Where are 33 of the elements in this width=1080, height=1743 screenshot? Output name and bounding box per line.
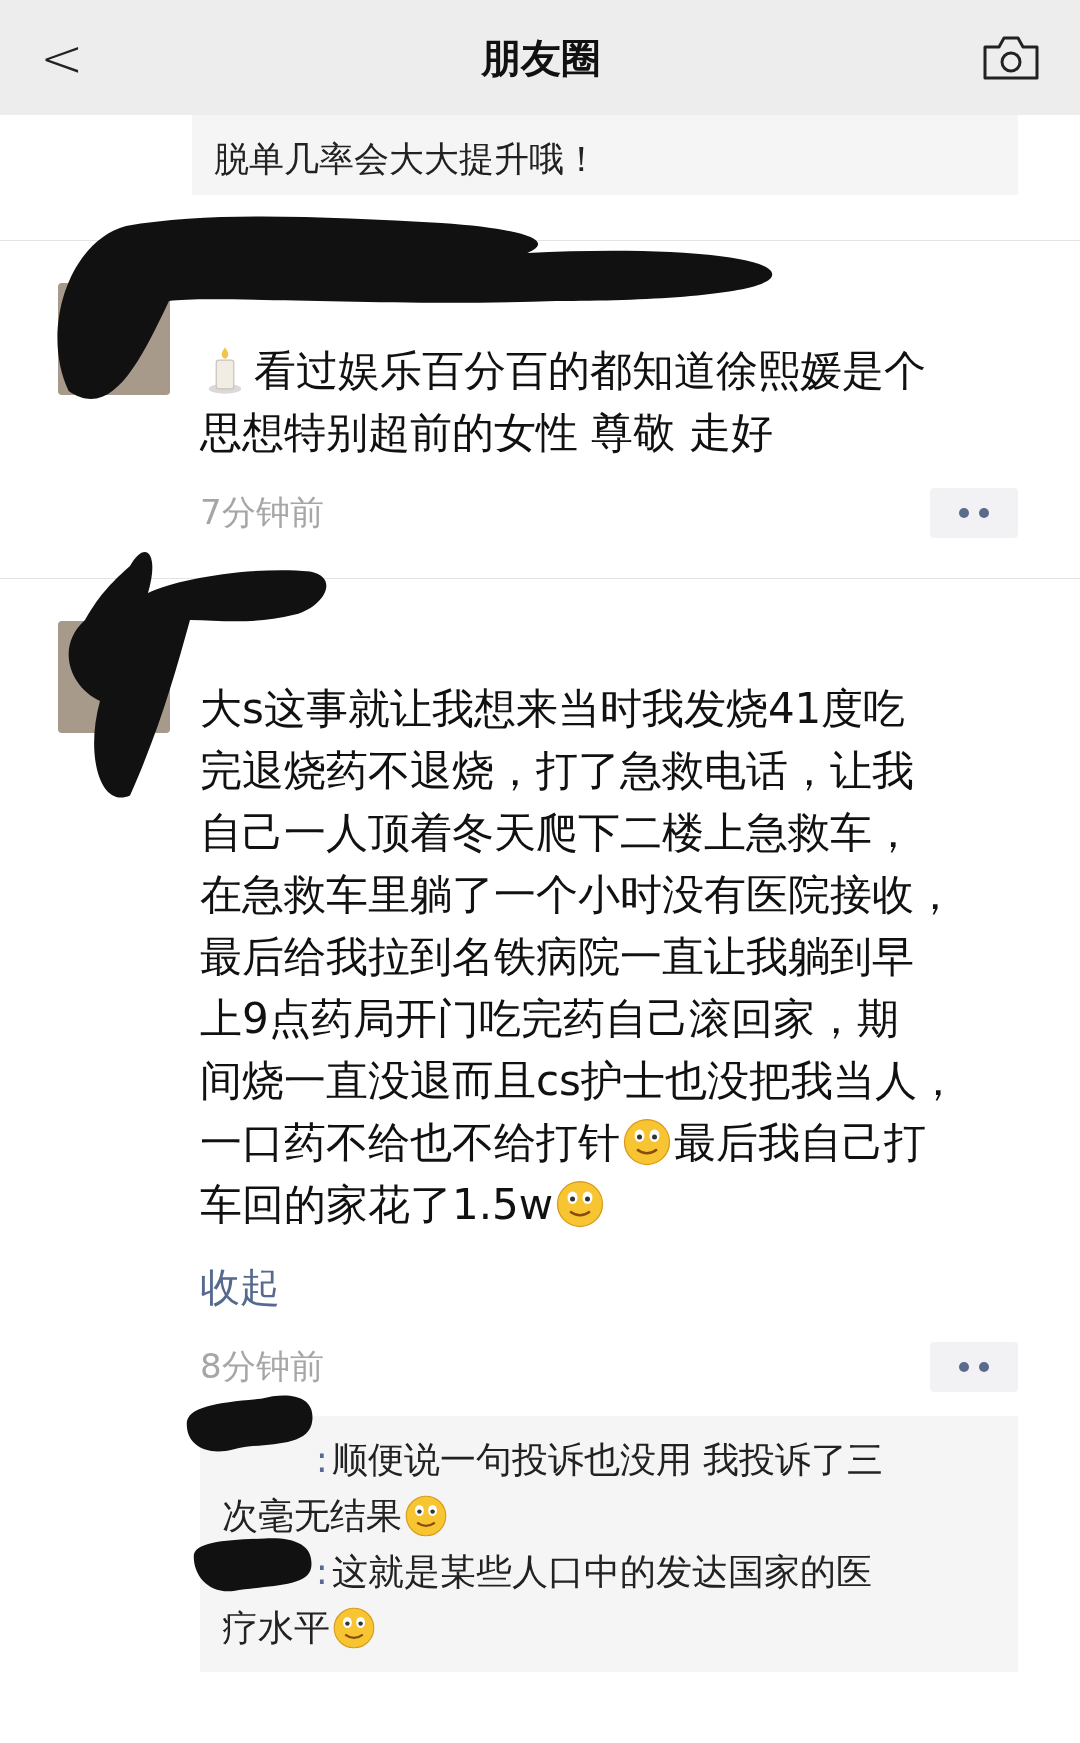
post-text: 思想特别超前的女性 尊敬 走好	[200, 406, 773, 459]
post-text: 车回的家花了1.5w	[200, 1178, 554, 1231]
camera-icon[interactable]	[982, 34, 1040, 81]
comment-text: 顺便说一句投诉也没用 我投诉了三	[332, 1438, 884, 1482]
comment-colon: :	[315, 1438, 328, 1482]
dots-icon	[959, 1361, 989, 1372]
comment-text: 脱单几率会大大提升哦！	[214, 138, 600, 181]
page-title: 朋友圈	[481, 33, 601, 83]
comment-text: 这就是某些人口中的发达国家的医	[332, 1550, 872, 1594]
post-text: 一口药不给也不给打针	[200, 1116, 620, 1169]
dots-icon	[959, 507, 989, 518]
post-text: 看过娱乐百分百的都知道徐熙媛是个	[254, 344, 926, 397]
post-text: 大s这事就让我想来当时我发烧41度吃	[200, 682, 906, 735]
back-button[interactable]: <	[40, 18, 100, 97]
smiley-icon	[332, 1606, 376, 1650]
post-text: 间烧一直没退而且cs护士也没把我当人，	[200, 1054, 959, 1107]
smiley-icon	[404, 1494, 448, 1538]
post-text: 在急救车里躺了一个小时没有医院接收，	[200, 868, 956, 921]
post-text: 最后给我拉到名铁病院一直让我躺到早	[200, 930, 914, 983]
more-button[interactable]	[930, 1341, 1018, 1392]
comment-colon: :	[315, 1550, 328, 1594]
more-button[interactable]	[930, 487, 1018, 538]
smiley-icon	[555, 1179, 606, 1229]
post-text: 最后我自己打	[674, 1116, 926, 1169]
comment-text: 次毫无结果	[222, 1494, 402, 1538]
comment-text: 疗水平	[222, 1606, 330, 1650]
post-text: 上9点药局开门吃完药自己滚回家，期	[200, 992, 899, 1045]
post-text: 自己一人顶着冬天爬下二楼上急救车，	[200, 806, 914, 859]
post-text: 完退烧药不退烧，打了急救电话，让我	[200, 744, 914, 797]
post-time: 8分钟前	[200, 1345, 324, 1388]
post-time: 7分钟前	[200, 491, 324, 534]
collapse-link[interactable]: 收起	[200, 1257, 280, 1317]
smiley-icon	[622, 1117, 672, 1167]
